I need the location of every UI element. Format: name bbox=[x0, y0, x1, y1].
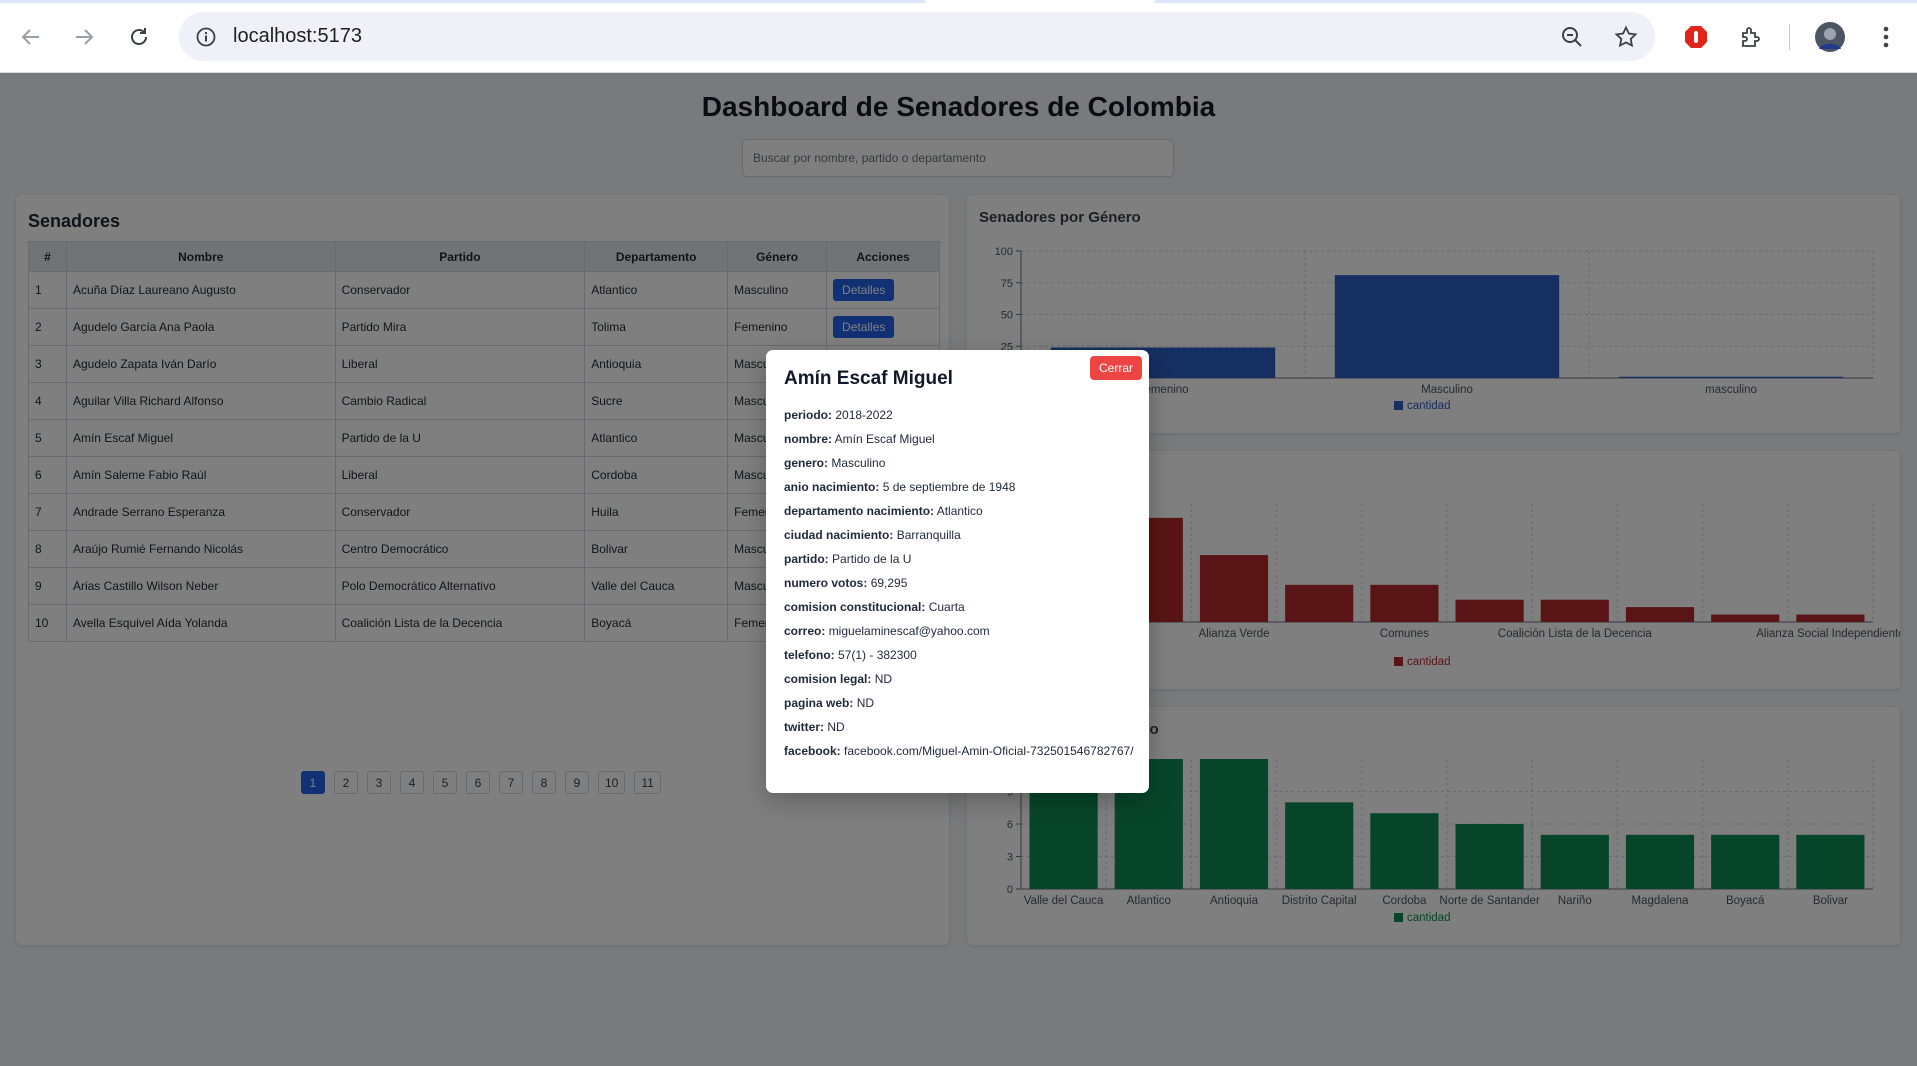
bookmark-star-icon[interactable] bbox=[1613, 24, 1639, 50]
field-label: partido: bbox=[784, 552, 829, 566]
modal-fields: periodo: 2018-2022 nombre: Amín Escaf Mig… bbox=[784, 406, 1134, 766]
field-label: nombre: bbox=[784, 432, 832, 446]
modal-field-row: periodo: 2018-2022 bbox=[784, 406, 1134, 424]
field-label: genero: bbox=[784, 456, 829, 470]
field-value: 69,295 bbox=[870, 576, 908, 590]
field-label: comision constitucional: bbox=[784, 600, 926, 614]
modal-field-row: comision legal: ND bbox=[784, 670, 1134, 688]
field-value: Barranquilla bbox=[896, 528, 961, 542]
modal-field-row: numero votos: 69,295 bbox=[784, 574, 1134, 592]
reload-icon bbox=[131, 28, 147, 45]
zoom-icon[interactable] bbox=[1559, 24, 1585, 50]
close-button[interactable]: Cerrar bbox=[1089, 356, 1142, 380]
field-label: telefono: bbox=[784, 648, 835, 662]
senator-details-modal: Amín Escaf Miguel Cerrar periodo: 2018-2… bbox=[766, 350, 1149, 793]
info-icon[interactable] bbox=[193, 24, 219, 50]
field-value: ND bbox=[827, 720, 845, 734]
field-value: Partido de la U bbox=[832, 552, 912, 566]
field-value: ND bbox=[874, 672, 893, 686]
field-label: facebook: bbox=[784, 744, 841, 758]
modal-field-row: nombre: Amín Escaf Miguel bbox=[784, 430, 1134, 448]
modal-field-row: comision constitucional: Cuarta bbox=[784, 598, 1134, 616]
forward-button[interactable] bbox=[64, 17, 104, 57]
modal-title: Amín Escaf Miguel bbox=[784, 368, 953, 389]
extensions-puzzle-icon[interactable] bbox=[1731, 17, 1771, 57]
field-value: Amín Escaf Miguel bbox=[834, 432, 935, 446]
field-value: Masculino bbox=[831, 456, 886, 470]
field-label: ciudad nacimiento: bbox=[784, 528, 894, 542]
arrow-left-icon bbox=[21, 29, 39, 45]
modal-field-row: ciudad nacimiento: Barranquilla bbox=[784, 526, 1134, 544]
field-label: correo: bbox=[784, 624, 826, 638]
modal-field-row: pagina web: ND bbox=[784, 694, 1134, 712]
field-label: comision legal: bbox=[784, 672, 872, 686]
modal-field-row: anio nacimiento: 5 de septiembre de 1948 bbox=[784, 478, 1134, 496]
modal-field-row: genero: Masculino bbox=[784, 454, 1134, 472]
tab-strip-edge bbox=[1155, 0, 1917, 3]
url-text: localhost:5173 bbox=[233, 25, 362, 47]
tab-strip-edge bbox=[0, 0, 925, 3]
field-value: 2018-2022 bbox=[835, 408, 893, 422]
field-value: Cuarta bbox=[928, 600, 965, 614]
modal-field-row: partido: Partido de la U bbox=[784, 550, 1134, 568]
modal-field-row: twitter: ND bbox=[784, 718, 1134, 736]
field-value: 5 de septiembre de 1948 bbox=[882, 480, 1016, 494]
field-value: miguelaminescaf@yahoo.com bbox=[828, 624, 990, 638]
field-label: pagina web: bbox=[784, 696, 854, 710]
field-label: departamento nacimiento: bbox=[784, 504, 935, 518]
profile-avatar[interactable] bbox=[1810, 17, 1850, 57]
modal-field-row: departamento nacimiento: Atlantico bbox=[784, 502, 1134, 520]
field-value: facebook.com/Miguel-Amin-Oficial-7325015… bbox=[844, 744, 1134, 758]
arrow-right-icon bbox=[76, 29, 94, 45]
toolbar-separator bbox=[1789, 24, 1790, 50]
more-menu-icon[interactable] bbox=[1866, 17, 1906, 57]
field-label: numero votos: bbox=[784, 576, 868, 590]
field-value: ND bbox=[856, 696, 875, 710]
modal-field-row: telefono: 57(1) - 382300 bbox=[784, 646, 1134, 664]
browser-toolbar: localhost:5173 bbox=[0, 0, 1917, 73]
modal-field-row: facebook: facebook.com/Miguel-Amin-Ofici… bbox=[784, 742, 1134, 760]
adblock-extension-icon[interactable] bbox=[1676, 17, 1716, 57]
address-bar[interactable]: localhost:5173 bbox=[179, 12, 1655, 61]
field-label: periodo: bbox=[784, 408, 832, 422]
field-value: 57(1) - 382300 bbox=[838, 648, 917, 662]
modal-field-row: correo: miguelaminescaf@yahoo.com bbox=[784, 622, 1134, 640]
field-label: anio nacimiento: bbox=[784, 480, 880, 494]
field-label: twitter: bbox=[784, 720, 824, 734]
back-button[interactable] bbox=[11, 17, 51, 57]
field-value: Atlantico bbox=[936, 504, 983, 518]
reload-button[interactable] bbox=[119, 17, 159, 57]
